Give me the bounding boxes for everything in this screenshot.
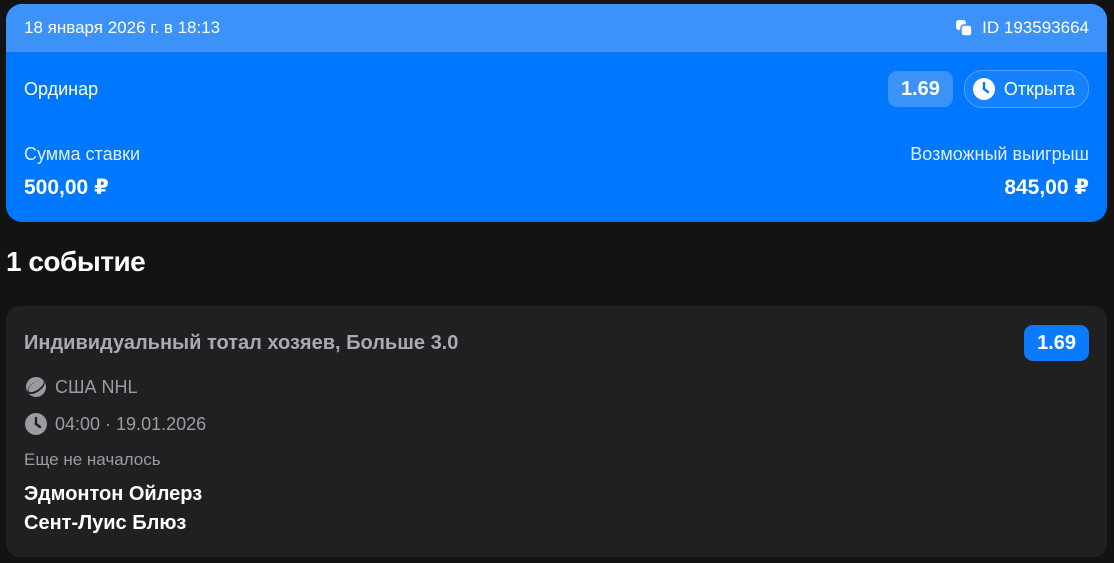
- bet-odds: 1.69: [887, 71, 953, 107]
- copy-icon[interactable]: [955, 19, 973, 37]
- league-line: США NHL: [24, 375, 1089, 399]
- bet-status-text: Открыта: [1003, 78, 1075, 99]
- clock-icon: [25, 413, 47, 435]
- team-home: Эдмонтон Ойлерз: [24, 483, 203, 505]
- win-label: Возможный выигрыш: [910, 144, 1089, 164]
- stake-label: Сумма ставки: [24, 144, 141, 164]
- event-odds: 1.69: [1024, 325, 1089, 361]
- bet-datetime: 18 января 2026 г. в 18:13: [24, 18, 221, 37]
- clock-icon: [972, 78, 995, 100]
- bet-type: Ординар: [24, 78, 99, 99]
- bet-status-badge: Открыта: [963, 70, 1089, 108]
- stake-value: 500,00 ₽: [24, 176, 109, 199]
- market-name: Индивидуальный тотал хозяев, Больше 3.0: [24, 331, 459, 354]
- bet-card: 18 января 2026 г. в 18:13 ID 193593664 О…: [6, 4, 1107, 222]
- win-block: Возможный выигрыш 845,00 ₽: [910, 144, 1089, 200]
- win-value: 845,00 ₽: [1004, 176, 1089, 199]
- stake-block: Сумма ставки 500,00 ₽: [24, 144, 140, 200]
- bet-id: ID 193593664: [982, 18, 1089, 37]
- team-away: Сент-Луис Блюз: [24, 512, 187, 534]
- time-line: 04:00 · 19.01.2026: [24, 412, 1089, 436]
- events-title: 1 событие: [6, 246, 146, 277]
- bet-body: Ординар 1.69 Открыта Сумма ставки 500,00…: [6, 52, 1107, 222]
- league-name: США NHL: [55, 376, 138, 397]
- bet-id-copy[interactable]: ID 193593664: [955, 18, 1089, 38]
- hockey-puck-icon: [26, 377, 46, 397]
- bet-header: 18 января 2026 г. в 18:13 ID 193593664: [6, 4, 1107, 52]
- event-time: 04:00 · 19.01.2026: [55, 413, 207, 434]
- event-status: Еще не началось: [24, 450, 161, 469]
- event-card[interactable]: Индивидуальный тотал хозяев, Больше 3.0 …: [6, 306, 1107, 557]
